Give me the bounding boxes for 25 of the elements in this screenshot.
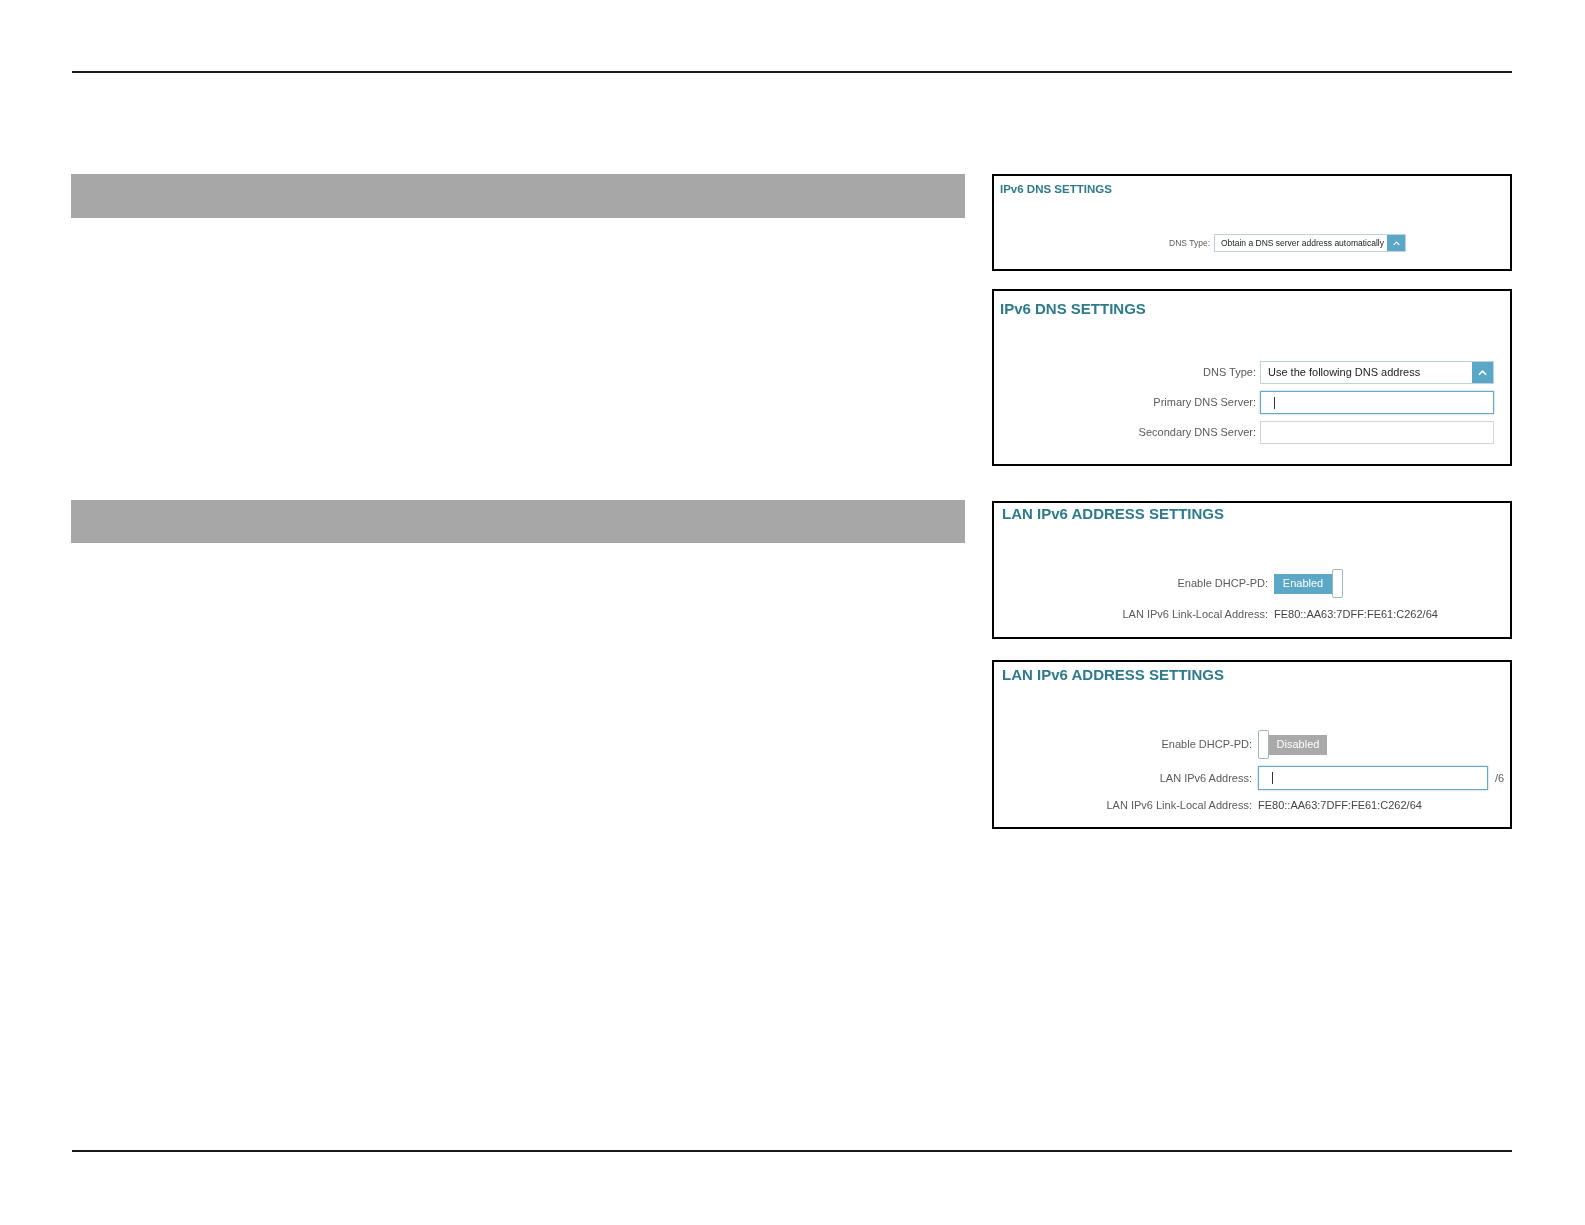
text-input-field[interactable]	[1260, 391, 1494, 414]
chevron-up-icon	[1472, 362, 1493, 383]
field-label: Primary DNS Server:	[1152, 395, 1256, 411]
panel-title: LAN IPv6 ADDRESS SETTINGS	[1001, 665, 1224, 684]
field-label: Enable DHCP-PD:	[1160, 737, 1252, 753]
text-input-field[interactable]	[1258, 766, 1488, 790]
field-label: Secondary DNS Server:	[1137, 425, 1256, 441]
text-input-field[interactable]	[1260, 421, 1494, 444]
text-cursor	[1274, 396, 1275, 409]
dropdown-select[interactable]: Obtain a DNS server address automatically	[1214, 234, 1406, 252]
field-label: Enable DHCP-PD:	[1176, 576, 1268, 592]
field-label: LAN IPv6 Link-Local Address:	[1121, 607, 1268, 622]
field-label: DNS Type:	[1202, 365, 1256, 381]
text-cursor	[1272, 772, 1273, 784]
address-value: FE80::AA63:7DFF:FE61:C262/64	[1274, 607, 1438, 622]
field-label: DNS Type:	[1168, 236, 1210, 250]
dropdown-select[interactable]: Use the following DNS address	[1260, 361, 1494, 384]
panel-title: LAN IPv6 ADDRESS SETTINGS	[1001, 504, 1224, 523]
panel-title: IPv6 DNS SETTINGS	[999, 182, 1112, 196]
address-value: FE80::AA63:7DFF:FE61:C262/64	[1258, 798, 1422, 813]
field-label: LAN IPv6 Address:	[1158, 770, 1252, 786]
chevron-up-icon	[1387, 235, 1405, 251]
field-label: LAN IPv6 Link-Local Address:	[1105, 798, 1252, 813]
panel-title: IPv6 DNS SETTINGS	[999, 299, 1146, 318]
prefix-length-suffix: /6	[1495, 770, 1505, 786]
